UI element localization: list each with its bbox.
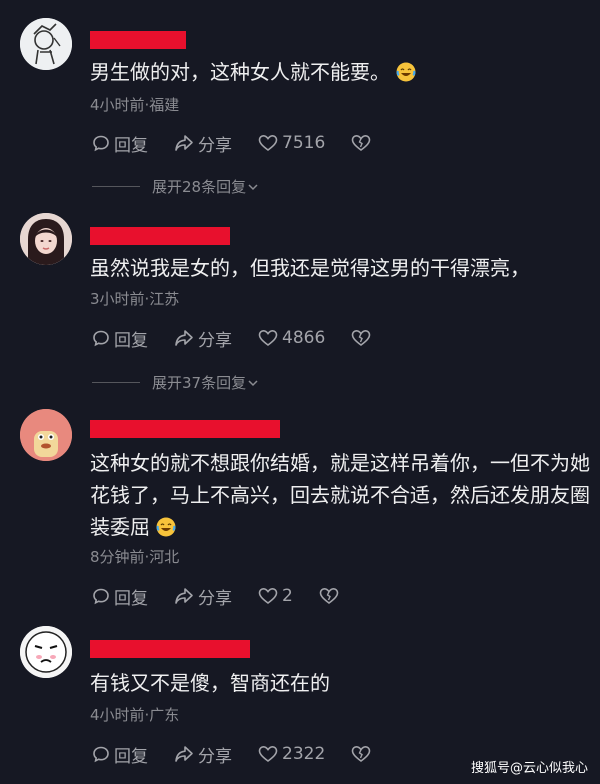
reply-button[interactable]: 回复: [92, 326, 148, 351]
heart-icon: [258, 745, 278, 763]
dislike-button[interactable]: [351, 329, 375, 347]
divider: [92, 186, 140, 187]
avatar[interactable]: [20, 18, 72, 70]
reply-bubble-icon: [93, 746, 109, 763]
reply-bubble-icon: [93, 588, 109, 605]
comment-text: 虽然说我是女的，但我还是觉得这男的干得漂亮，: [90, 256, 530, 280]
reply-label: 回复: [114, 135, 148, 156]
cartoon-avatar-icon: [20, 409, 72, 461]
avatar[interactable]: [20, 409, 72, 461]
share-button[interactable]: 分享: [174, 131, 232, 156]
comment-text-line: 花钱了，马上不高兴，回去就说不合适，然后还发朋友圈: [90, 483, 590, 507]
reply-bubble-icon: [93, 330, 109, 347]
comment-meta: 3小时前·江苏: [90, 290, 180, 308]
comment-text-line: 这种女的就不想跟你结婚，就是这样吊着你，一但不为她: [90, 451, 590, 475]
share-arrow-icon: [175, 135, 193, 151]
girl-photo-avatar-icon: [20, 213, 72, 265]
expand-label: 展开37条回复: [152, 374, 247, 392]
sketch-avatar-icon: [20, 18, 72, 70]
comment-meta: 8分钟前·河北: [90, 548, 180, 566]
comment-meta: 4小时前·广东: [90, 706, 180, 724]
dislike-button[interactable]: [319, 587, 343, 605]
share-label: 分享: [198, 330, 232, 351]
divider: [92, 382, 140, 383]
share-label: 分享: [198, 746, 232, 767]
avatar[interactable]: [20, 626, 72, 678]
comment-text-line: 装委屈: [90, 511, 590, 543]
chevron-down-icon: [248, 379, 258, 386]
comment-text: 有钱又不是傻，智商还在的: [90, 671, 330, 695]
like-button[interactable]: 7516: [258, 133, 325, 153]
dislike-button[interactable]: [351, 134, 375, 152]
meme-face-avatar-icon: [20, 626, 72, 678]
reply-label: 回复: [114, 588, 148, 609]
share-button[interactable]: 分享: [174, 326, 232, 351]
comment-actions: 回复 分享 2322: [92, 742, 401, 767]
share-arrow-icon: [175, 588, 193, 604]
share-label: 分享: [198, 588, 232, 609]
like-count: 7516: [282, 133, 326, 153]
watermark: 搜狐号@云心似我心: [470, 761, 588, 776]
redacted-username: [90, 420, 280, 438]
comment-actions: 回复 分享 7516: [92, 131, 401, 156]
like-button[interactable]: 2322: [258, 744, 325, 764]
heart-icon: [258, 134, 278, 152]
broken-heart-icon: [351, 745, 371, 763]
comment-list: 男生做的对，这种女人就不能要。 4小时前·福建 回复 分享 7516 展开28条…: [0, 0, 600, 784]
avatar[interactable]: [20, 213, 72, 265]
comment-text: 男生做的对，这种女人就不能要。: [90, 56, 590, 88]
reply-button[interactable]: 回复: [92, 584, 148, 609]
reply-label: 回复: [114, 330, 148, 351]
broken-heart-icon: [351, 329, 371, 347]
comment-text: 这种女的就不想跟你结婚，就是这样吊着你，一但不为她 花钱了，马上不高兴，回去就说…: [90, 447, 590, 543]
redacted-username: [90, 227, 230, 245]
reply-button[interactable]: 回复: [92, 742, 148, 767]
expand-replies-button[interactable]: 展开37条回复: [92, 372, 260, 393]
like-button[interactable]: 2: [258, 586, 293, 606]
chevron-down-icon: [248, 183, 258, 190]
expand-label: 展开28条回复: [152, 178, 247, 196]
share-arrow-icon: [175, 746, 193, 762]
expand-replies-button[interactable]: 展开28条回复: [92, 176, 260, 197]
like-button[interactable]: 4866: [258, 328, 325, 348]
reply-button[interactable]: 回复: [92, 131, 148, 156]
broken-heart-icon: [351, 134, 371, 152]
laugh-cry-emoji: [156, 517, 176, 537]
comment-actions: 回复 分享 4866: [92, 326, 401, 351]
redacted-username: [90, 31, 186, 49]
share-label: 分享: [198, 135, 232, 156]
heart-icon: [258, 587, 278, 605]
like-count: 2322: [282, 744, 326, 764]
like-count: 4866: [282, 328, 326, 348]
share-button[interactable]: 分享: [174, 742, 232, 767]
heart-icon: [258, 329, 278, 347]
reply-bubble-icon: [93, 135, 109, 152]
reply-label: 回复: [114, 746, 148, 767]
comment-actions: 回复 分享 2: [92, 584, 369, 609]
broken-heart-icon: [319, 587, 339, 605]
share-arrow-icon: [175, 330, 193, 346]
share-button[interactable]: 分享: [174, 584, 232, 609]
laugh-cry-emoji: [396, 62, 416, 82]
dislike-button[interactable]: [351, 745, 375, 763]
like-count: 2: [282, 586, 293, 606]
redacted-username: [90, 640, 250, 658]
comment-meta: 4小时前·福建: [90, 96, 180, 114]
